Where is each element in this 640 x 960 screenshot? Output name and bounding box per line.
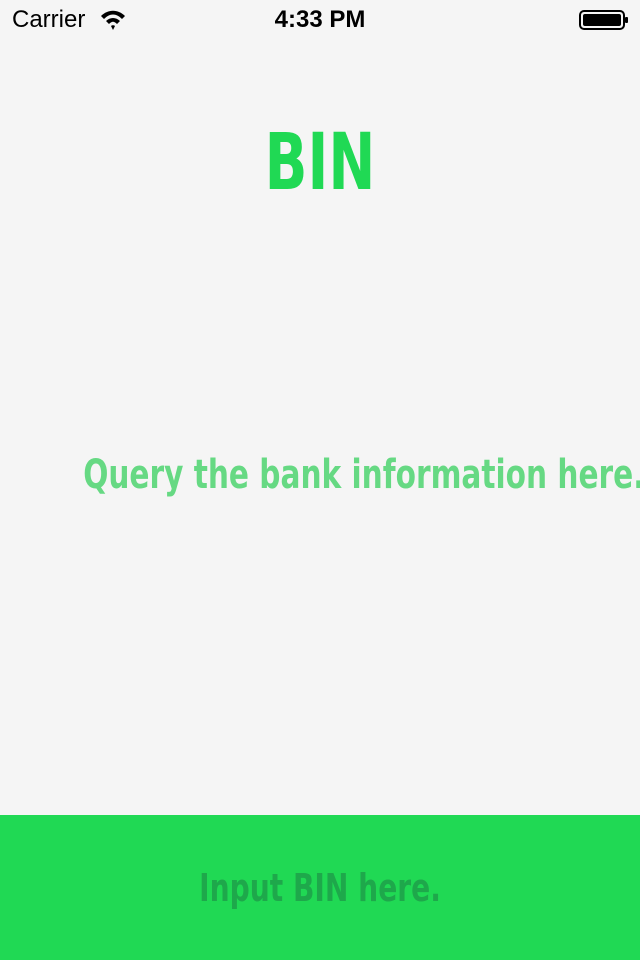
result-message: Query the bank information here. <box>83 452 640 498</box>
status-bar: Carrier 4:33 PM <box>0 0 640 40</box>
battery-icon <box>579 10 629 30</box>
bin-input[interactable] <box>83 815 557 960</box>
page-title: BIN <box>264 118 376 208</box>
app-screen: Carrier 4:33 PM BIN Query the bank infor… <box>0 0 640 960</box>
input-bar[interactable] <box>0 815 640 960</box>
status-time: 4:33 PM <box>274 6 366 33</box>
